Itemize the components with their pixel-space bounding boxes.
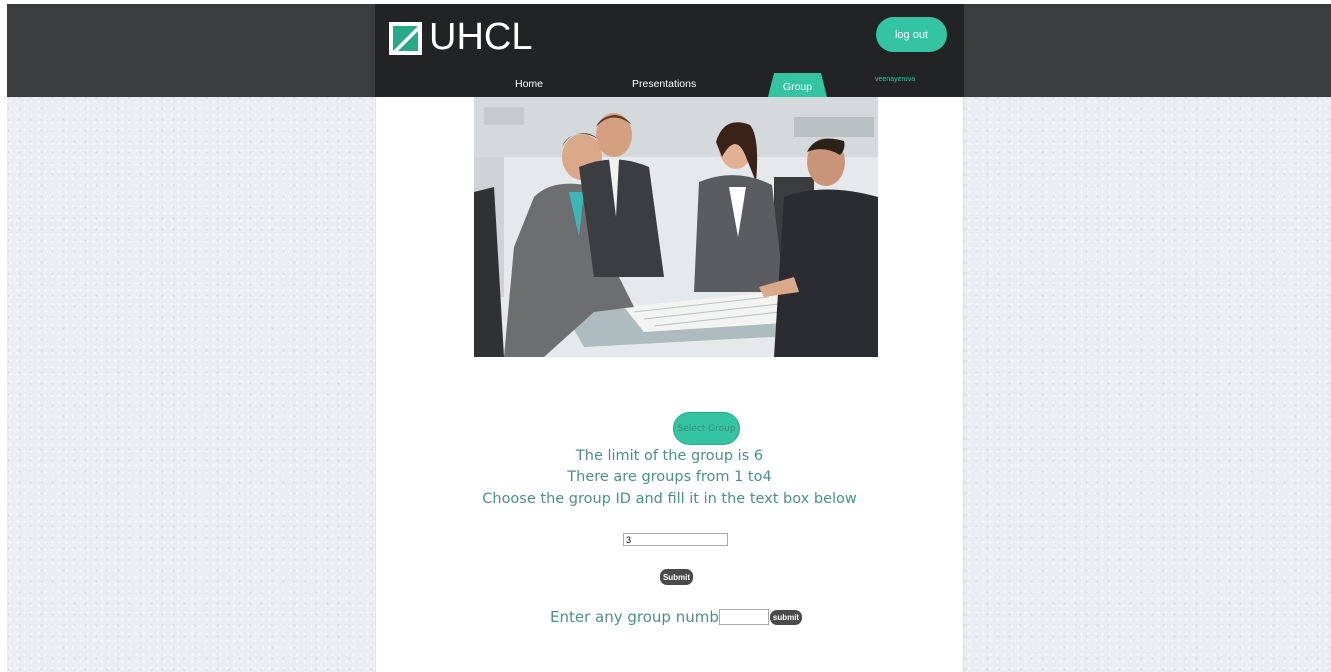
nav-group-tab[interactable]: Group xyxy=(768,73,827,97)
meeting-photo xyxy=(474,97,878,357)
nav-home[interactable]: Home xyxy=(515,78,543,90)
uhcl-logo-icon xyxy=(389,22,422,55)
group-number-input[interactable] xyxy=(719,609,769,625)
meeting-illustration xyxy=(474,97,878,357)
select-group-button[interactable]: Select Group xyxy=(673,412,740,445)
group-number-label: Enter any group number xyxy=(550,608,735,626)
submit-button[interactable]: Submit xyxy=(660,569,693,585)
main-content: Select Group The limit of the group is 6… xyxy=(375,97,964,672)
left-frame xyxy=(0,0,7,672)
group-range-text: There are groups from 1 to4 xyxy=(567,469,772,485)
group-instruction-text: Choose the group ID and fill it in the t… xyxy=(482,491,857,507)
logout-button[interactable]: log out xyxy=(876,17,947,52)
group-number-submit-button[interactable]: submit xyxy=(770,610,802,625)
nav-group-label: Group xyxy=(782,81,813,93)
site-header: UHCL log out Home Presentations Group ve… xyxy=(375,4,964,97)
group-id-input[interactable] xyxy=(623,533,728,546)
nav-presentations[interactable]: Presentations xyxy=(632,78,696,90)
brand-name: UHCL xyxy=(429,16,533,58)
group-limit-text: The limit of the group is 6 xyxy=(575,448,764,464)
username-link[interactable]: veenayeruva xyxy=(875,76,915,83)
